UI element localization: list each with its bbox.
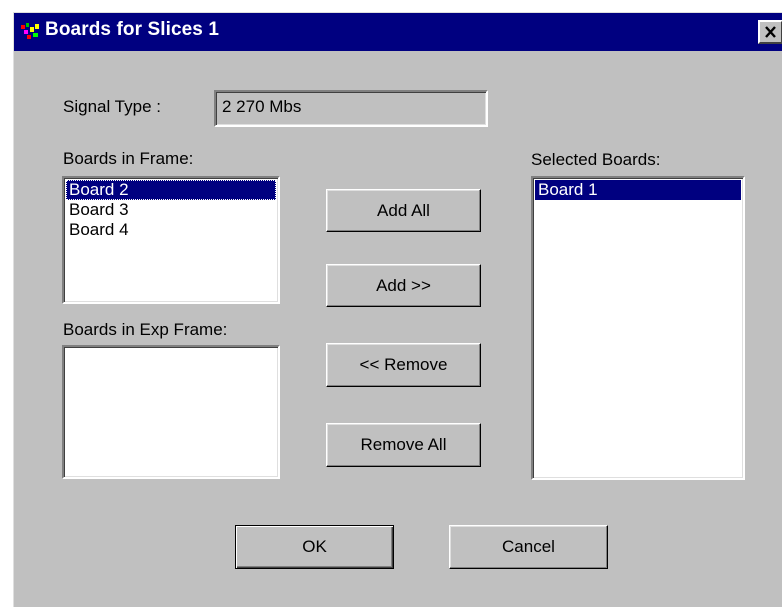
list-item-board-3[interactable]: Board 3 bbox=[66, 200, 276, 220]
list-item-board-2[interactable]: Board 2 bbox=[66, 180, 276, 200]
signal-type-label: Signal Type : bbox=[63, 97, 161, 116]
list-item-board-4[interactable]: Board 4 bbox=[66, 220, 276, 240]
remove-all-button[interactable]: Remove All bbox=[326, 423, 481, 467]
add-all-button[interactable]: Add All bbox=[326, 189, 481, 232]
remove-button[interactable]: << Remove bbox=[326, 343, 481, 387]
list-item-board-1[interactable]: Board 1 bbox=[535, 180, 741, 200]
boards-in-exp-frame-label: Boards in Exp Frame: bbox=[63, 320, 228, 339]
selected-boards-label: Selected Boards: bbox=[531, 150, 661, 169]
close-icon bbox=[765, 26, 776, 38]
signal-type-value: 2 270 Mbs bbox=[222, 97, 302, 116]
selected-boards-listbox[interactable]: Board 1 bbox=[531, 176, 745, 480]
boards-in-frame-listbox[interactable]: Board 2 Board 3 Board 4 bbox=[62, 176, 280, 304]
cancel-button[interactable]: Cancel bbox=[449, 525, 608, 569]
dialog-window: Boards for Slices 1 Signal Type : 2 270 … bbox=[13, 12, 782, 607]
title-bar[interactable]: Boards for Slices 1 bbox=[14, 13, 782, 51]
app-icon bbox=[21, 23, 39, 39]
boards-in-exp-frame-listbox[interactable] bbox=[62, 345, 280, 479]
ok-button[interactable]: OK bbox=[235, 525, 394, 569]
close-button[interactable] bbox=[758, 20, 782, 44]
boards-in-frame-label: Boards in Frame: bbox=[63, 149, 194, 168]
window-title: Boards for Slices 1 bbox=[45, 19, 220, 40]
signal-type-field: 2 270 Mbs bbox=[214, 90, 488, 127]
add-button[interactable]: Add >> bbox=[326, 264, 481, 307]
